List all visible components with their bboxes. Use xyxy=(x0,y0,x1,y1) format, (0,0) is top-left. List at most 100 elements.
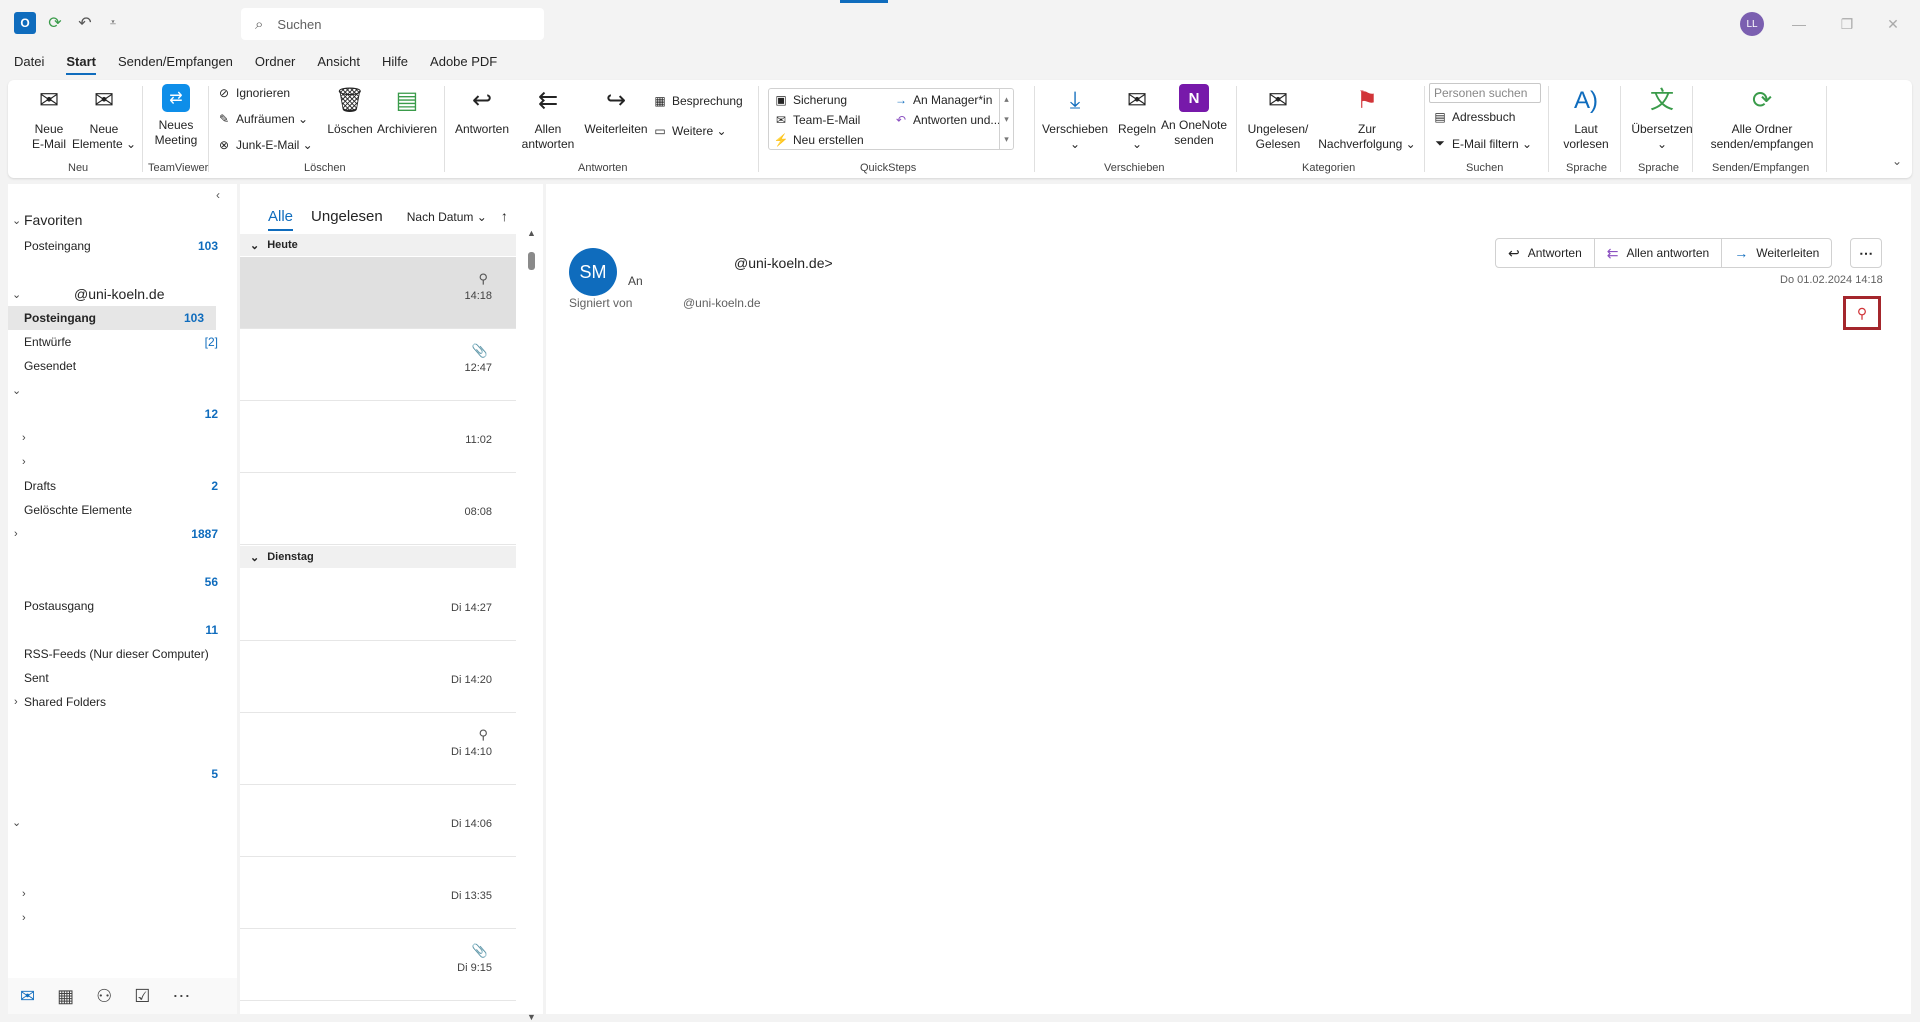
send-receive-all-button[interactable]: ⟳ Alle Ordner senden/empfangen xyxy=(1700,84,1824,152)
ignore-button[interactable]: ⊘ Ignorieren xyxy=(216,86,290,100)
folder-unnamed-5[interactable]: 5 xyxy=(8,762,218,786)
folder-expand-2[interactable]: › xyxy=(8,450,218,474)
account-header[interactable]: ⌄ @uni-koeln.de xyxy=(8,282,218,306)
menu-ordner[interactable]: Ordner xyxy=(255,51,295,75)
folder-expand-4[interactable]: › xyxy=(8,906,218,930)
cleanup-button[interactable]: ✎ Aufräumen ⌄ xyxy=(216,112,308,126)
message-item[interactable]: 08:08 xyxy=(240,473,516,545)
message-item[interactable]: Di 14:20 xyxy=(240,641,516,713)
folder-expand-3[interactable]: › xyxy=(8,882,218,906)
menu-datei[interactable]: Datei xyxy=(14,51,44,75)
meeting-button[interactable]: ▦ Besprechung xyxy=(652,94,742,108)
rules-button[interactable]: ✉ Regeln ⌄ xyxy=(1112,84,1162,152)
sort-by-date-dropdown[interactable]: Nach Datum ⌄ xyxy=(407,210,487,224)
customize-toolbar-icon[interactable]: ⩡ xyxy=(102,12,124,34)
folder-rss[interactable]: RSS-Feeds (Nur dieser Computer) xyxy=(8,642,218,666)
new-items-button[interactable]: ✉ Neue Elemente ⌄ xyxy=(66,84,142,152)
quickstep-manager[interactable]: → An Manager*in xyxy=(893,93,992,107)
tab-alle[interactable]: Alle xyxy=(268,208,294,231)
folder-drafts[interactable]: Entwürfe [2] xyxy=(8,330,218,354)
avatar[interactable]: LL xyxy=(1740,12,1764,36)
message-item[interactable]: 11:02 xyxy=(240,401,516,473)
quickstep-antworten-und[interactable]: ↶ Antworten und... xyxy=(893,113,1000,127)
gallery-scroll[interactable]: ▴ ▾ ▾ xyxy=(999,89,1013,149)
mail-icon[interactable]: ✉ xyxy=(20,986,35,1007)
folder-unnamed-56[interactable]: 56 xyxy=(8,570,218,594)
message-item[interactable]: 📎 Di 9:15 xyxy=(240,929,516,1001)
folder-unnamed-12[interactable]: 12 xyxy=(8,402,218,426)
read-aloud-button[interactable]: A) Laut vorlesen xyxy=(1556,84,1616,152)
folder-inbox[interactable]: Posteingang 103 xyxy=(8,306,216,330)
quickstep-neu-erstellen[interactable]: ⚡ Neu erstellen xyxy=(773,133,864,147)
folder-outbox[interactable]: Postausgang xyxy=(8,594,218,618)
quickstep-sicherung[interactable]: ▣ Sicherung xyxy=(773,93,847,107)
folder-sent[interactable]: Gesendet xyxy=(8,354,218,378)
message-item[interactable]: Di 14:06 xyxy=(240,785,516,857)
undo-icon[interactable]: ↶ xyxy=(74,12,96,34)
sort-direction-icon[interactable]: ↑ xyxy=(501,208,508,224)
archive-button[interactable]: ▤ Archivieren xyxy=(374,84,440,137)
more-actions-button[interactable]: ⋯ xyxy=(1850,238,1882,268)
search-input[interactable]: ⌕ Suchen xyxy=(241,8,544,40)
message-item[interactable]: Di 14:27 xyxy=(240,569,516,641)
message-item[interactable]: Di 13:35 xyxy=(240,857,516,929)
menu-hilfe[interactable]: Hilfe xyxy=(382,51,408,75)
menu-start[interactable]: Start xyxy=(66,51,96,75)
menu-senden-empfangen[interactable]: Senden/Empfangen xyxy=(118,51,233,75)
tasks-icon[interactable]: ☑ xyxy=(134,986,150,1007)
reply-action-button[interactable]: ↩ Antworten xyxy=(1496,239,1595,267)
translate-button[interactable]: 文 Übersetzen ⌄ xyxy=(1626,84,1698,152)
forward-action-button[interactable]: → Weiterleiten xyxy=(1722,239,1831,267)
message-item[interactable]: 📎 12:47 xyxy=(240,329,516,401)
group-header-heute[interactable]: ⌄ Heute xyxy=(240,234,516,256)
onenote-button[interactable]: N An OneNote senden xyxy=(1158,84,1230,148)
menu-ansicht[interactable]: Ansicht xyxy=(317,51,360,75)
junk-button[interactable]: ⊗ Junk-E-Mail ⌄ xyxy=(216,138,313,152)
scroll-down-icon[interactable]: ▼ xyxy=(527,1012,536,1022)
message-list-scrollbar[interactable]: ▲ ▼ xyxy=(526,228,536,1022)
sync-icon[interactable]: ⟳ xyxy=(44,12,66,34)
favorites-header[interactable]: ⌄ Favoriten xyxy=(8,208,218,232)
folder-deleted[interactable]: Gelöschte Elemente xyxy=(8,498,218,522)
reply-button[interactable]: ↩ Antworten xyxy=(450,84,514,137)
collapse-pane-icon[interactable]: ‹ xyxy=(216,188,220,202)
reply-all-action-button[interactable]: ⇇ Allen antworten xyxy=(1595,239,1723,267)
calendar-icon[interactable]: ▦ xyxy=(57,986,74,1007)
address-book-button[interactable]: ▤ Adressbuch xyxy=(1432,110,1515,124)
fav-inbox[interactable]: Posteingang 103 xyxy=(8,234,218,258)
scroll-up-icon[interactable]: ▲ xyxy=(527,228,536,238)
new-meeting-button[interactable]: ⇄ Neues Meeting xyxy=(146,84,206,148)
filter-email-button[interactable]: ⏷ E-Mail filtern ⌄ xyxy=(1432,136,1532,151)
unread-read-button[interactable]: ✉ Ungelesen/ Gelesen xyxy=(1242,84,1314,152)
restore-icon[interactable]: ❐ xyxy=(1832,12,1862,36)
quickstep-team-email[interactable]: ✉ Team-E-Mail xyxy=(773,113,860,127)
ribbon-collapse-icon[interactable]: ⌄ xyxy=(1892,154,1902,168)
folder-expand-1[interactable]: › xyxy=(8,426,218,450)
folder-shared[interactable]: › Shared Folders xyxy=(8,690,218,714)
folder-collapsed-group[interactable]: ⌄ xyxy=(8,378,218,402)
account-2-header[interactable]: ⌄ xyxy=(8,810,218,834)
minimize-icon[interactable]: — xyxy=(1784,12,1814,36)
scroll-thumb[interactable] xyxy=(528,252,535,270)
followup-button[interactable]: ⚑ Zur Nachverfolgung ⌄ xyxy=(1314,84,1420,152)
sender-email[interactable]: @uni-koeln.de> xyxy=(734,255,833,271)
more-respond-button[interactable]: ▭ Weitere ⌄ xyxy=(652,124,726,138)
folder-drafts-en[interactable]: Drafts 2 xyxy=(8,474,218,498)
move-button[interactable]: ⤓ Verschieben ⌄ xyxy=(1040,84,1110,152)
close-icon[interactable]: ✕ xyxy=(1878,12,1908,36)
people-search-input[interactable]: Personen suchen xyxy=(1429,83,1541,103)
certificate-icon[interactable]: ⚲ xyxy=(1843,296,1881,330)
reply-all-button[interactable]: ⇇ Allen antworten xyxy=(516,84,580,152)
folder-sent-en[interactable]: Sent xyxy=(8,666,218,690)
message-item[interactable]: ⚲ 14:18 xyxy=(240,257,516,329)
folder-unnamed-11[interactable]: 11 xyxy=(8,618,218,642)
people-icon[interactable]: ⚇ xyxy=(96,986,112,1007)
folder-unnamed-1887[interactable]: › 1887 xyxy=(8,522,218,546)
more-apps-icon[interactable]: ⋯ xyxy=(172,986,190,1007)
tab-ungelesen[interactable]: Ungelesen xyxy=(311,208,383,225)
message-item[interactable]: ⚲ Di 14:10 xyxy=(240,713,516,785)
delete-button[interactable]: 🗑 Löschen xyxy=(322,84,378,137)
forward-button[interactable]: ↪ Weiterleiten xyxy=(582,84,650,137)
group-header-dienstag[interactable]: ⌄ Dienstag xyxy=(240,546,516,568)
menu-adobe-pdf[interactable]: Adobe PDF xyxy=(430,51,497,75)
